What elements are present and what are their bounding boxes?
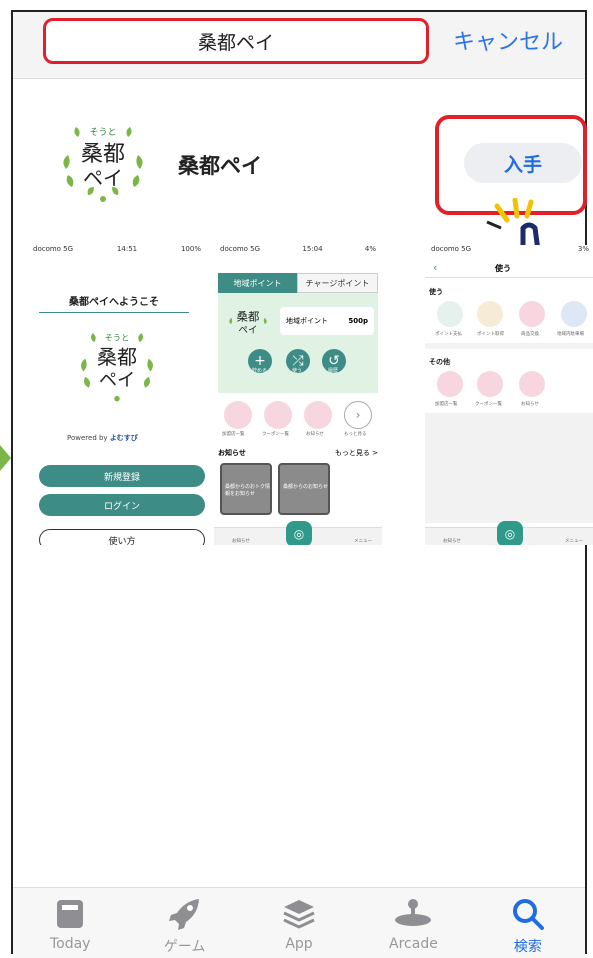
news-icon[interactable]	[519, 371, 545, 397]
howto-button[interactable]: 使い方	[39, 529, 205, 545]
rocket-icon	[165, 896, 205, 932]
blank-area	[425, 413, 593, 523]
status-bar: docomo 5G 15:04 4%	[220, 245, 376, 253]
tab-label: ゲーム	[163, 939, 206, 955]
powered-by: Powered by よむすび	[67, 434, 138, 442]
news-header: お知らせ もっと見る >	[218, 448, 378, 458]
joystick-icon	[393, 896, 433, 932]
tab-bar: Today ゲーム App Arcade 検索	[13, 887, 585, 958]
welcome-title: 桑都ペイへようこそ	[39, 293, 189, 313]
section-other: その他	[429, 358, 450, 366]
app-name[interactable]: 桑都ペイ	[178, 150, 262, 180]
divider	[425, 343, 593, 349]
screenshot-menu[interactable]: docomo 5G 3% ‹ 使う 使う ポイント支払 ポイント取得 商品交換 …	[425, 245, 593, 545]
get-button[interactable]: 入手	[464, 143, 582, 183]
tab-search[interactable]: 検索	[471, 888, 585, 958]
status-carrier: docomo 5G	[33, 245, 74, 253]
logo-sub-text: ペイ	[83, 166, 123, 190]
today-icon	[50, 896, 90, 932]
login-button[interactable]: ログイン	[39, 494, 205, 516]
tab-label: Today	[49, 936, 91, 952]
exchange-icon[interactable]	[519, 301, 545, 327]
logo-small-text: そうと	[89, 127, 116, 138]
svg-text:桑都: 桑都	[237, 310, 260, 324]
layers-icon	[279, 896, 319, 932]
news-icon[interactable]	[304, 401, 332, 429]
side-arrow-icon	[0, 445, 11, 471]
tab-apps[interactable]: App	[242, 888, 356, 958]
tab-games[interactable]: ゲーム	[127, 888, 241, 958]
home-icon[interactable]: ◎	[286, 521, 312, 545]
tab-today[interactable]: Today	[13, 888, 127, 958]
point-get-icon[interactable]	[477, 301, 503, 327]
app-logo[interactable]: そうと 桑都 ペイ	[48, 107, 158, 217]
svg-text:ペイ: ペイ	[239, 325, 258, 336]
search-icon	[508, 896, 548, 932]
more-icon[interactable]: ›	[344, 401, 372, 429]
tab-label: 検索	[513, 939, 542, 955]
svg-text:ペイ: ペイ	[99, 370, 135, 391]
store-list-icon[interactable]	[437, 371, 463, 397]
coupon-list-icon[interactable]	[264, 401, 292, 429]
status-time: 14:51	[116, 245, 138, 253]
point-balance: 地域ポイント 500p	[280, 307, 374, 335]
search-header: 桑都ペイ キャンセル	[13, 12, 585, 79]
screenshot-welcome[interactable]: docomo 5G 14:51 100% 桑都ペイへようこそ そうと 桑都 ペイ…	[27, 245, 207, 545]
back-icon[interactable]: ‹	[433, 261, 437, 274]
tab-charge-points[interactable]: チャージポイント	[297, 273, 378, 293]
app-store-frame: 桑都ペイ キャンセル そうと 桑都 ペイ 桑都ペイ 入手 docomo 5G 1…	[11, 10, 593, 958]
point-tabs: 地域ポイント チャージポイント	[218, 273, 378, 293]
status-bar: docomo 5G 3%	[431, 245, 589, 253]
point-pay-icon[interactable]	[437, 301, 463, 327]
points-card: 桑都 ペイ 地域ポイント 500p + ⤮ ↺ 貯める 使う 履歴	[218, 293, 378, 393]
svg-text:そうと: そうと	[105, 332, 130, 342]
news-more-link[interactable]: もっと見る >	[335, 448, 378, 458]
menu-header: ‹ 使う	[425, 261, 593, 278]
news-card[interactable]: 桑都からのお知らせ	[278, 463, 330, 515]
welcome-logo: そうと 桑都 ペイ	[81, 332, 153, 402]
tab-label: Arcade	[389, 936, 438, 952]
tab-label: App	[285, 936, 313, 952]
status-bar: docomo 5G 14:51 100%	[27, 245, 207, 259]
cancel-button[interactable]: キャンセル	[453, 24, 563, 56]
home-icon[interactable]: ◎	[497, 521, 523, 545]
news-card[interactable]: 桑都からのおトク情報をお知らせ	[220, 463, 272, 515]
parking-icon[interactable]	[561, 301, 587, 327]
mini-logo: 桑都 ペイ	[229, 310, 267, 336]
status-battery: 100%	[180, 245, 201, 253]
store-list-icon[interactable]	[224, 401, 252, 429]
tab-local-points[interactable]: 地域ポイント	[218, 273, 297, 293]
screenshot-home[interactable]: docomo 5G 15:04 4% 地域ポイント チャージポイント 桑都 ペイ…	[214, 245, 382, 545]
section-use: 使う	[429, 288, 443, 296]
search-input[interactable]: 桑都ペイ	[43, 18, 429, 64]
coupon-list-icon[interactable]	[477, 371, 503, 397]
logo-main-text: 桑都	[81, 142, 125, 167]
svg-text:桑都: 桑都	[97, 345, 137, 369]
tab-arcade[interactable]: Arcade	[356, 888, 470, 958]
register-button[interactable]: 新規登録	[39, 465, 205, 487]
